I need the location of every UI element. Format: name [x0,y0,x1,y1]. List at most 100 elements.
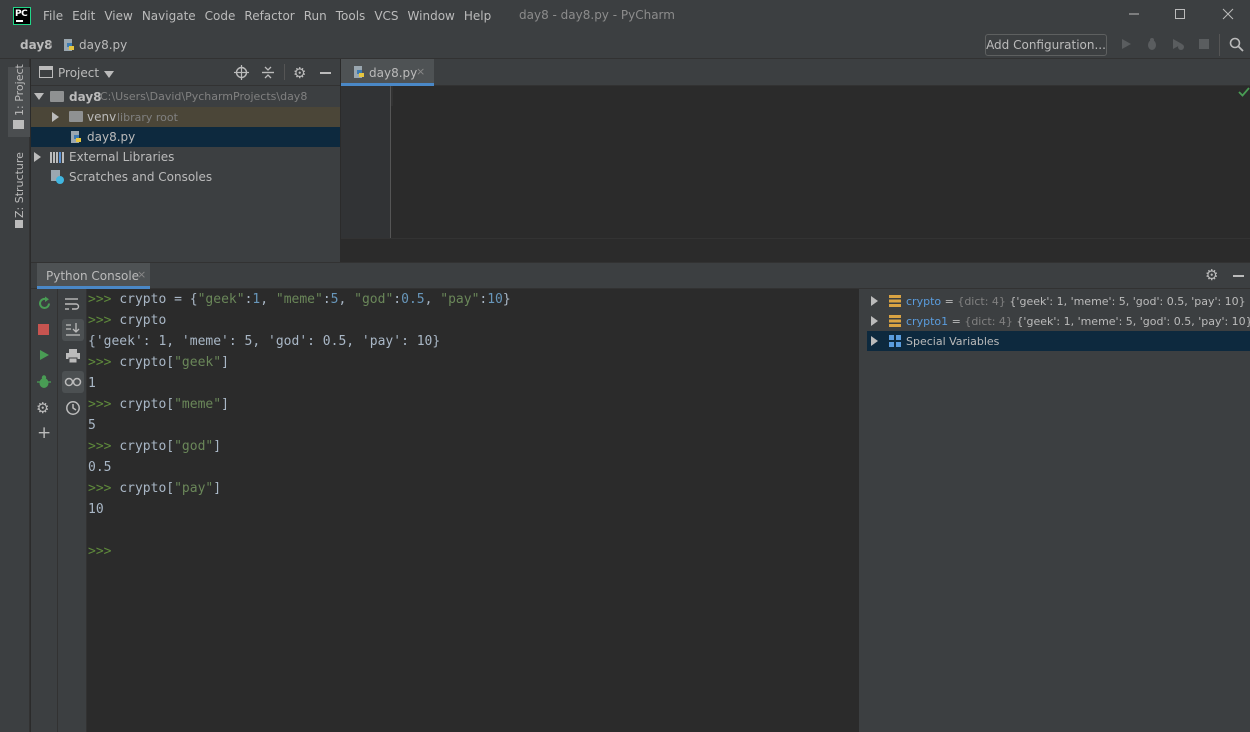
console-input-prompt[interactable]: >>> [88,541,111,562]
breadcrumb-file[interactable]: day8.py [79,38,127,52]
debug-icon[interactable] [1145,37,1161,53]
soft-wrap-icon[interactable] [64,297,80,314]
project-view-selector[interactable]: Project [58,66,99,80]
project-view-icon [39,66,53,78]
editor-tab-bar [341,59,1250,86]
console-code-token: } [502,292,511,307]
search-icon[interactable] [1229,37,1245,53]
expand-arrow-icon[interactable] [871,336,878,346]
hide-panel-icon[interactable] [320,72,331,74]
menu-vcs[interactable]: VCS [374,7,398,25]
console-code-token: "geek" [197,292,245,307]
special-variables-icon [889,335,901,350]
console-prompt: >>> [88,481,112,496]
console-header [31,262,1250,289]
window-title: day8 - day8.py - PyCharm [519,8,675,22]
expand-arrow-icon[interactable] [34,152,41,162]
editor-footer [341,238,1250,262]
add-console-icon[interactable]: + [37,425,51,442]
debug-icon[interactable] [36,374,52,390]
console-input-line: >>> crypto["meme"] [88,394,229,415]
menu-tools[interactable]: Tools [336,7,366,25]
run-icon[interactable] [1119,37,1135,53]
show-variables-toggle[interactable] [62,371,84,393]
stop-icon[interactable] [38,324,49,335]
execute-icon[interactable] [36,348,52,364]
console-code: ] [221,397,229,412]
console-output-line: 5 [88,415,96,436]
history-icon[interactable] [65,400,81,419]
console-code-token: : [322,292,331,307]
console-variables-splitter[interactable] [859,289,867,732]
python-console-tab-label: Python Console [46,269,140,283]
venv-folder-name: venv [87,110,117,124]
dict-variable-icon [889,295,901,310]
menu-refactor[interactable]: Refactor [244,7,294,25]
minimize-icon[interactable] [1124,6,1144,26]
project-root-name: day8 [69,90,102,104]
maximize-icon[interactable] [1170,6,1190,26]
expand-arrow-icon[interactable] [871,296,878,306]
expand-arrow-icon[interactable] [34,93,44,100]
console-code: ] [213,481,222,496]
rerun-icon[interactable] [36,296,52,312]
variable-name: crypto1 [906,315,949,328]
python-file-icon [352,65,366,82]
variable-equals: = [948,315,965,328]
expand-arrow-icon[interactable] [52,112,59,122]
console-code-token: 5 [330,292,339,307]
console-code: ] [213,439,222,454]
inspection-ok-icon[interactable] [1238,86,1250,101]
gear-icon[interactable]: ⚙ [293,64,306,82]
expand-arrow-icon[interactable] [871,316,878,326]
console-string-literal: "meme" [174,397,222,412]
menu-help[interactable]: Help [464,7,491,25]
python-file-icon [62,38,76,55]
editor-area[interactable] [341,59,1250,262]
gear-icon[interactable]: ⚙ [1205,266,1218,284]
panel-divider [284,64,285,80]
collapse-all-icon[interactable] [261,65,275,83]
console-code: ] [221,355,229,370]
scratches-icon [50,170,65,187]
hide-panel-icon[interactable] [1233,275,1244,277]
console-code: crypto [119,313,167,328]
close-tab-icon[interactable]: × [137,268,146,281]
structure-tool-label[interactable]: Z: Structure [13,152,26,218]
menu-bar: File Edit View Navigate Code Refactor Ru… [43,7,500,25]
stop-icon[interactable] [1197,37,1213,53]
locate-icon[interactable] [234,65,249,83]
variable-type: {dict: 4} [964,315,1013,328]
scroll-to-end-toggle[interactable] [62,319,84,341]
day8-file-name: day8.py [87,130,136,144]
settings-icon[interactable]: ⚙ [36,399,49,417]
venv-library-root-hint: library root [117,111,178,124]
menu-window[interactable]: Window [408,7,455,25]
menu-view[interactable]: View [104,7,132,25]
add-configuration-button[interactable]: Add Configuration... [985,34,1107,56]
coverage-icon[interactable] [1171,37,1187,53]
menu-file[interactable]: File [43,7,63,25]
close-window-icon[interactable] [1218,6,1238,26]
menu-code[interactable]: Code [205,7,236,25]
console-string-literal: "geek" [174,355,222,370]
console-input-line: >>> crypto["geek"] [88,352,229,373]
folder-icon [69,111,83,122]
console-output-line: 1 [88,373,96,394]
print-icon[interactable] [65,349,81,366]
console-result: {'geek': 1, 'meme': 5, 'god': 0.5, 'pay'… [88,334,441,349]
console-prompt: >>> [88,397,112,412]
console-prompt: >>> [88,292,112,307]
menu-navigate[interactable]: Navigate [142,7,196,25]
menu-run[interactable]: Run [304,7,327,25]
console-code-token: , [424,292,441,307]
chevron-down-icon[interactable] [104,71,114,78]
python-file-icon [69,130,83,147]
project-tool-label: 1: Project [13,64,26,116]
menu-edit[interactable]: Edit [72,7,95,25]
console-code-token: "god" [354,292,394,307]
close-tab-icon[interactable]: × [416,65,425,78]
console-output-line: {'geek': 1, 'meme': 5, 'god': 0.5, 'pay'… [88,331,440,352]
console-string-literal: "god" [174,439,214,454]
console-code-token: , [260,292,276,307]
